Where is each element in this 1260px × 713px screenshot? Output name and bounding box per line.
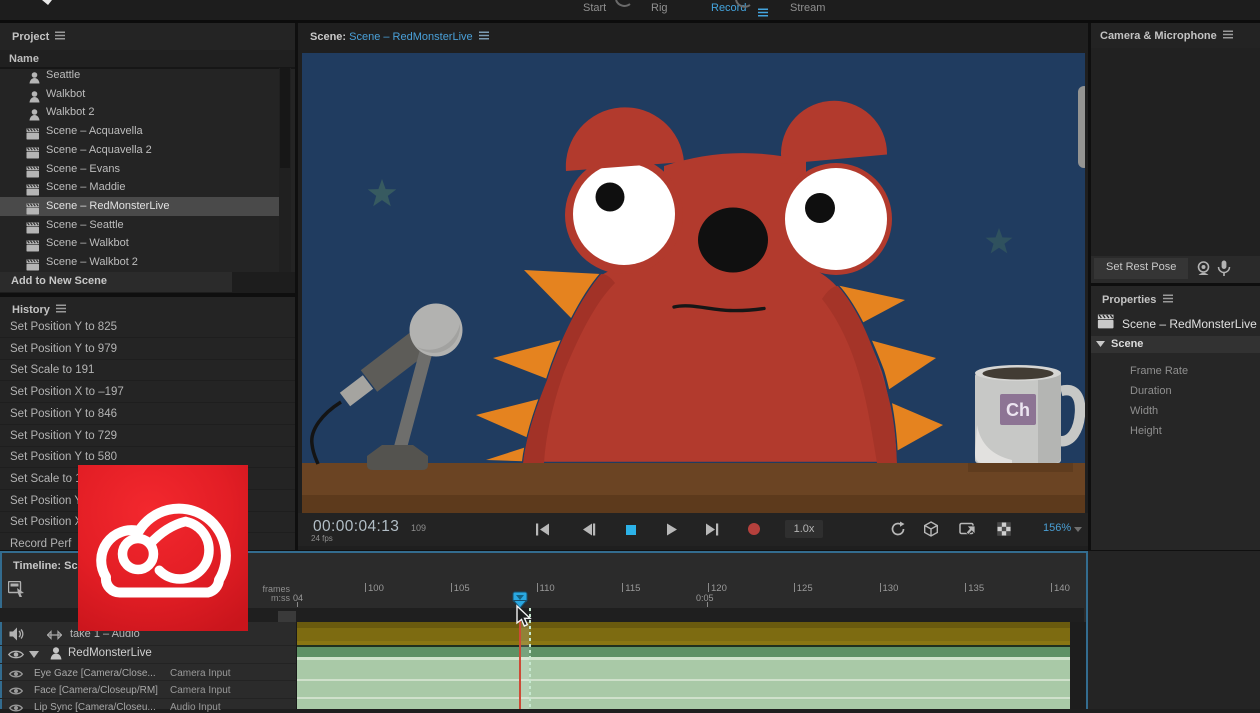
svg-text:Ch: Ch: [1006, 400, 1030, 420]
